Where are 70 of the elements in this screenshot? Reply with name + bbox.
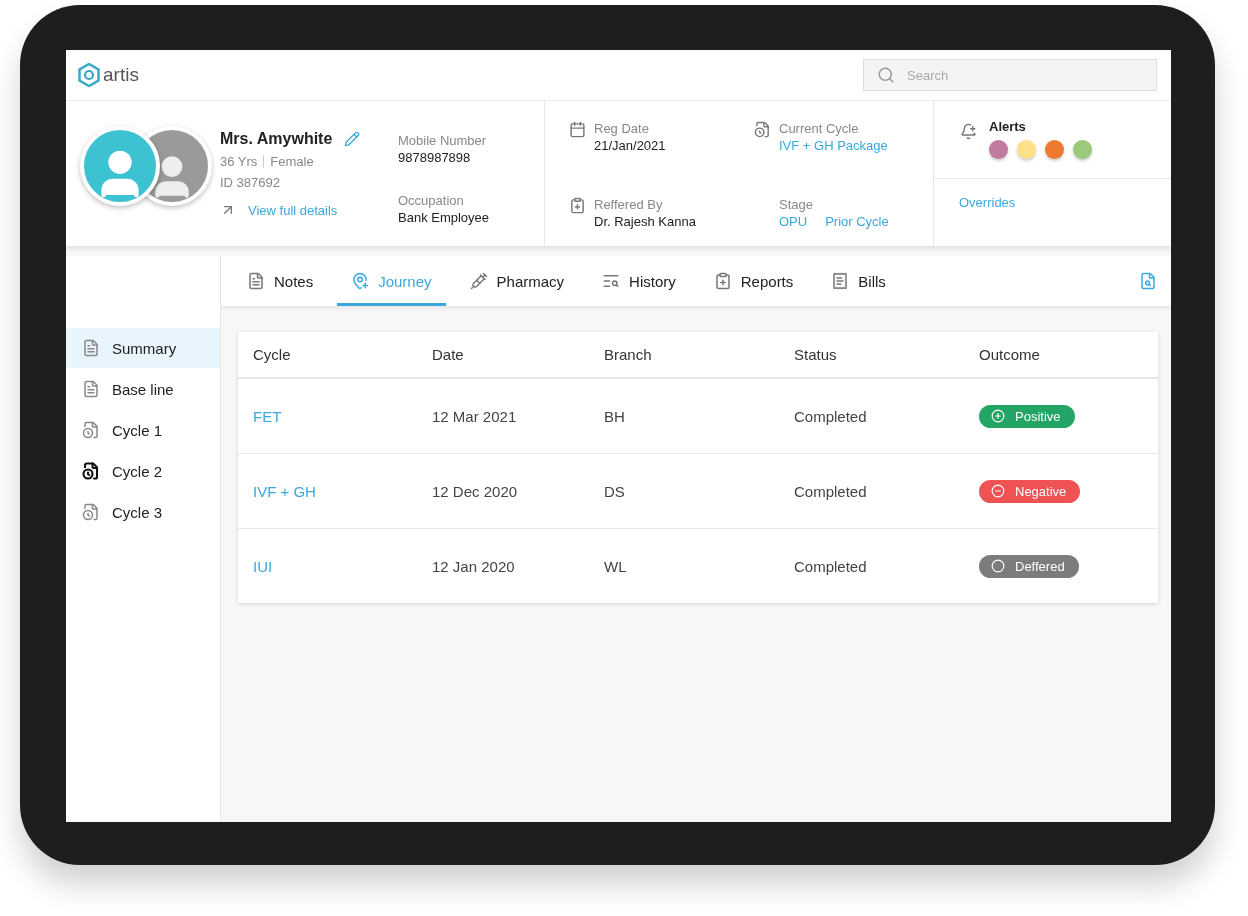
alert-dot[interactable]	[1045, 140, 1064, 159]
outcome-badge: Negative	[979, 479, 1081, 503]
outcome-badge: Positive	[979, 404, 1075, 428]
file-clock-icon	[82, 503, 100, 521]
table-cell-text: 12 Dec 2020	[432, 482, 519, 500]
logo-icon	[78, 63, 100, 87]
receipt-icon	[831, 272, 850, 290]
outcome-badge: Deffered	[979, 554, 1079, 578]
clipboard-plus-icon	[713, 272, 732, 290]
table-cell-text: Completed	[794, 407, 868, 425]
column-header: Status	[794, 346, 838, 363]
column-header: Cycle	[253, 346, 292, 363]
file-search-icon[interactable]	[1139, 272, 1157, 290]
alert-dot[interactable]	[1017, 140, 1036, 159]
field-label: Mobile Number	[398, 133, 488, 148]
patient-name: Mrs. Amywhite	[220, 130, 333, 148]
sidebar-item[interactable]: Base line	[66, 369, 220, 409]
file-clock-icon	[82, 462, 100, 480]
list-search-icon	[602, 272, 621, 290]
table-cell-text: Completed	[794, 482, 868, 500]
file-clock-icon	[82, 421, 100, 439]
outcome-icon	[991, 409, 1005, 423]
table-cell-text: DS	[604, 482, 626, 500]
field-label: Occupation	[398, 193, 465, 208]
field-label: Stage	[779, 196, 814, 212]
table-cell-text: BH	[604, 407, 626, 425]
column-header: Outcome	[979, 346, 1041, 363]
tab[interactable]: Bills	[817, 256, 900, 306]
table-cell-text: 12 Jan 2020	[432, 557, 516, 575]
field-label: Reg Date	[594, 121, 650, 136]
field-label: Current Cycle	[779, 121, 860, 136]
alerts-label: Alerts	[989, 119, 1027, 134]
patient-age: 36 Yrs	[220, 154, 258, 169]
outcome-icon	[991, 484, 1005, 498]
tab[interactable]: Reports	[699, 256, 808, 306]
alert-dot[interactable]	[989, 140, 1008, 159]
document-icon	[247, 272, 265, 290]
patient-id: ID 387692	[220, 175, 281, 190]
tab[interactable]: Notes	[233, 256, 328, 306]
calendar-icon	[569, 121, 586, 138]
field-value: 9878987898	[398, 150, 472, 165]
search-field[interactable]: Search	[863, 59, 1157, 91]
field-label: Reffered By	[594, 196, 664, 212]
tab[interactable]: History	[588, 256, 690, 306]
edit-icon[interactable]	[344, 131, 361, 147]
clipboard-plus-icon	[569, 196, 586, 214]
table-cell-text: Completed	[794, 557, 868, 575]
search-icon	[877, 66, 895, 84]
patient-gender: Female	[263, 155, 314, 168]
field-value: Bank Employee	[398, 210, 490, 225]
document-icon	[82, 380, 100, 398]
syringe-icon	[469, 272, 488, 290]
column-header: Date	[432, 346, 465, 363]
map-pin-plus-icon	[351, 272, 370, 290]
logo-text: artis	[103, 64, 139, 86]
bell-icon	[960, 123, 977, 140]
alert-dot[interactable]	[1073, 140, 1092, 159]
file-clock-icon	[754, 121, 771, 138]
sidebar-item[interactable]: Cycle 2	[66, 451, 220, 491]
sidebar-item[interactable]: Cycle 3	[66, 492, 220, 532]
table-cell-text: WL	[604, 557, 628, 575]
sidebar-item[interactable]: Summary	[66, 328, 220, 368]
outcome-icon	[991, 559, 1005, 573]
table-cell-text: 12 Mar 2021	[432, 407, 518, 425]
sidebar-item[interactable]: Cycle 1	[66, 410, 220, 450]
document-icon	[82, 339, 100, 357]
field-value: Dr. Rajesh Kanna	[594, 213, 696, 229]
tab[interactable]: Pharmacy	[455, 256, 579, 306]
field-value: 21/Jan/2021	[594, 138, 666, 153]
column-header: Branch	[604, 346, 653, 363]
